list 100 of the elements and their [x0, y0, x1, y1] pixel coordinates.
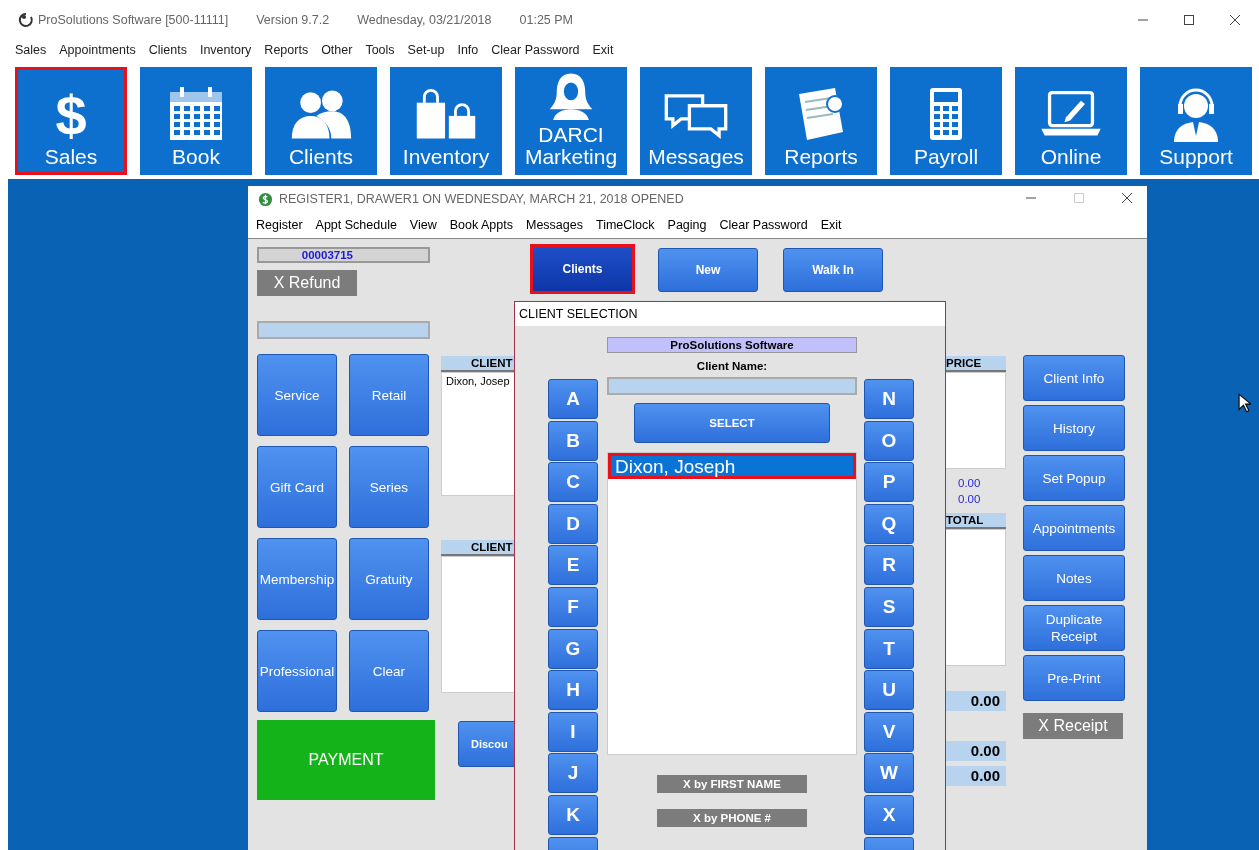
menu-item[interactable]: Appointments: [59, 43, 136, 57]
menu-item[interactable]: Sales: [15, 43, 47, 57]
clear-filter-button[interactable]: X by FIRST NAME: [657, 775, 807, 793]
letter-button[interactable]: W: [864, 753, 914, 794]
table-cell-text: Dixon, Josep: [445, 374, 511, 389]
toolbar-tile[interactable]: $ Sales: [15, 67, 127, 175]
menu-item[interactable]: Messages: [526, 218, 583, 232]
side-button[interactable]: History: [1023, 405, 1125, 451]
letter-button[interactable]: C: [548, 462, 598, 503]
client-action-button[interactable]: Walk In: [783, 248, 883, 292]
letter-button[interactable]: U: [864, 670, 914, 711]
version-label: Version 9.7.2: [256, 13, 330, 27]
app-logo-icon: [18, 12, 34, 28]
refund-button[interactable]: X Refund: [257, 270, 357, 296]
menu-item[interactable]: Exit: [820, 218, 842, 232]
menu-item[interactable]: Info: [457, 43, 479, 57]
letter-button[interactable]: K: [548, 794, 598, 835]
mouse-cursor-icon: [1238, 393, 1251, 413]
sale-type-button[interactable]: Membership: [257, 538, 337, 620]
clear-filter-button[interactable]: X by PHONE #: [657, 809, 807, 827]
menu-item[interactable]: TimeClock: [595, 218, 655, 232]
time-label: 01:25 PM: [519, 13, 574, 27]
sale-type-button[interactable]: Professional: [257, 630, 337, 712]
toolbar-tile[interactable]: Payroll: [890, 67, 1002, 175]
menu-item[interactable]: Other: [321, 43, 353, 57]
subtotal-value: 0.00: [958, 476, 981, 491]
letter-button[interactable]: P: [864, 462, 914, 503]
letter-button[interactable]: S: [864, 586, 914, 627]
company-banner: ProSolutions Software: [607, 337, 857, 353]
window-title: REGISTER1, DRAWER1 ON WEDNESDAY, MARCH 21, 2018 OPENED: [279, 192, 684, 206]
date-label: Wednesday, 03/21/2018: [357, 13, 492, 27]
side-button[interactable]: Set Popup: [1023, 455, 1125, 501]
search-field[interactable]: [257, 321, 430, 339]
client-name-field[interactable]: [607, 377, 857, 395]
close-icon[interactable]: [1229, 14, 1241, 26]
toolbar-tile[interactable]: DARCI Marketing: [515, 67, 627, 175]
menu-item[interactable]: Clear Password: [719, 218, 808, 232]
select-button[interactable]: SELECT: [634, 403, 830, 443]
maximize-icon: [1073, 192, 1085, 204]
menu-item[interactable]: Register: [256, 218, 303, 232]
payment-button[interactable]: PAYMENT: [257, 720, 435, 800]
letter-button[interactable]: Q: [864, 503, 914, 544]
money-icon: [258, 191, 273, 207]
toolbar-tile[interactable]: Online: [1015, 67, 1127, 175]
letter-button[interactable]: F: [548, 586, 598, 627]
toolbar-tile[interactable]: Inventory: [390, 67, 502, 175]
toolbar-tile[interactable]: Messages: [640, 67, 752, 175]
sale-type-button[interactable]: Clear: [349, 630, 429, 712]
letter-button[interactable]: T: [864, 628, 914, 669]
toolbar-tile[interactable]: Reports: [765, 67, 877, 175]
letter-button[interactable]: B: [548, 420, 598, 461]
menu-item[interactable]: Exit: [592, 43, 614, 57]
total-field: 0.00: [946, 766, 1006, 786]
sale-type-button[interactable]: Series: [349, 446, 429, 528]
letter-button[interactable]: H: [548, 670, 598, 711]
client-action-button[interactable]: Clients: [530, 244, 635, 294]
menu-item[interactable]: Appt Schedule: [315, 218, 397, 232]
letter-button[interactable]: X: [864, 794, 914, 835]
client-list-item[interactable]: Dixon, Joseph: [608, 453, 856, 479]
menu-item[interactable]: Set-up: [407, 43, 445, 57]
maximize-icon[interactable]: [1183, 14, 1195, 26]
sale-type-button[interactable]: Service: [257, 354, 337, 436]
letter-button[interactable]: G: [548, 628, 598, 669]
total-field: 0.00: [946, 691, 1006, 711]
receipt-button[interactable]: X Receipt: [1023, 713, 1123, 739]
receipt-number-field: 00003715: [257, 247, 430, 263]
dialog-title: CLIENT SELECTION: [515, 302, 945, 326]
toolbar-tile[interactable]: Support: [1140, 67, 1252, 175]
sale-type-button[interactable]: Gift Card: [257, 446, 337, 528]
letter-button[interactable]: J: [548, 753, 598, 794]
total-field: 0.00: [946, 741, 1006, 761]
toolbar-tile[interactable]: Book: [140, 67, 252, 175]
toolbar-tile[interactable]: Clients: [265, 67, 377, 175]
letter-button[interactable]: I: [548, 711, 598, 752]
letter-button[interactable]: A: [548, 379, 598, 419]
menu-item[interactable]: Reports: [264, 43, 309, 57]
menu-item[interactable]: Clear Password: [491, 43, 580, 57]
menu-item[interactable]: View: [409, 218, 437, 232]
letter-button[interactable]: O: [864, 420, 914, 461]
menu-item[interactable]: Inventory: [199, 43, 252, 57]
client-action-button[interactable]: New: [658, 248, 758, 292]
sale-type-button[interactable]: Retail: [349, 354, 429, 436]
close-icon[interactable]: [1121, 192, 1133, 204]
menu-item[interactable]: Clients: [148, 43, 187, 57]
side-button[interactable]: Duplicate Receipt: [1023, 605, 1125, 651]
letter-button[interactable]: N: [864, 379, 914, 419]
side-button[interactable]: Notes: [1023, 555, 1125, 601]
letter-button[interactable]: R: [864, 545, 914, 586]
side-button[interactable]: Appointments: [1023, 505, 1125, 551]
side-button[interactable]: Client Info: [1023, 355, 1125, 401]
side-button[interactable]: Pre-Print: [1023, 655, 1125, 701]
menu-item[interactable]: Book Appts: [449, 218, 513, 232]
letter-button[interactable]: V: [864, 711, 914, 752]
letter-button[interactable]: E: [548, 545, 598, 586]
window-title: ProSolutions Software [500-11111]: [38, 13, 229, 27]
letter-button[interactable]: D: [548, 503, 598, 544]
sale-type-button[interactable]: Gratuity: [349, 538, 429, 620]
menu-item[interactable]: Tools: [365, 43, 395, 57]
menu-item[interactable]: Paging: [667, 218, 707, 232]
subtotal-value: 0.00: [958, 492, 981, 507]
